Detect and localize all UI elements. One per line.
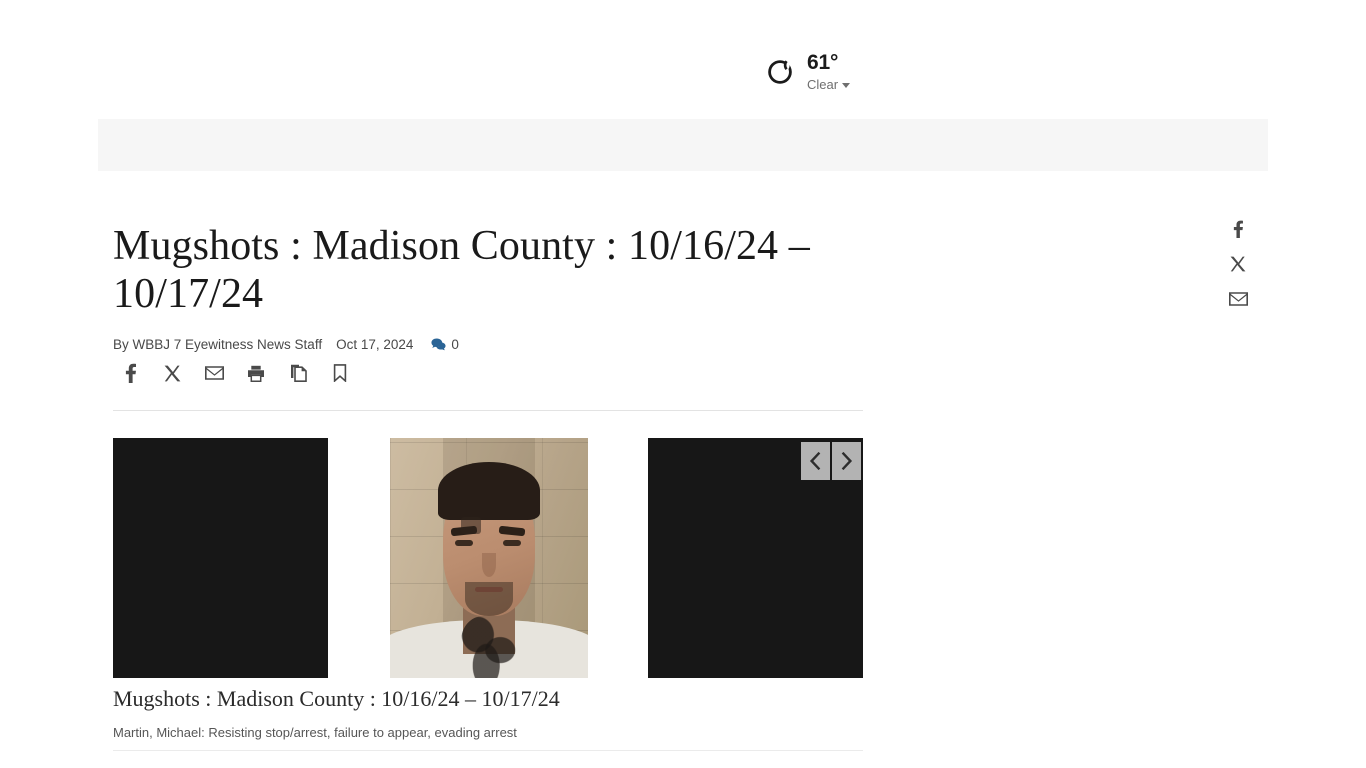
- comment-bubble-icon: [431, 338, 446, 351]
- slide-current[interactable]: [390, 438, 588, 678]
- weather-widget[interactable]: 61° Clear: [765, 51, 851, 92]
- mugshot-nose: [482, 553, 496, 578]
- top-banner-ad-slot: [98, 119, 1268, 171]
- weather-condition-label: Clear: [807, 77, 839, 92]
- email-icon[interactable]: [204, 362, 224, 384]
- mugshot-eye-right: [502, 540, 521, 547]
- chevron-down-icon[interactable]: [842, 83, 851, 88]
- mugshot-face-tattoo: [461, 517, 482, 534]
- comments-link[interactable]: 0: [431, 337, 459, 352]
- copy-icon[interactable]: [288, 362, 308, 384]
- gallery-caption-title: Mugshots : Madison County : 10/16/24 – 1…: [113, 686, 560, 711]
- mugshot-mouth: [475, 586, 503, 593]
- facebook-icon[interactable]: [120, 362, 140, 384]
- byline: By WBBJ 7 Eyewitness News Staff Oct 17, …: [113, 337, 868, 352]
- comment-count: 0: [451, 336, 459, 352]
- print-icon[interactable]: [246, 362, 266, 384]
- weather-readout: 61° Clear: [807, 51, 851, 92]
- share-rail: [1228, 218, 1248, 310]
- photo-gallery[interactable]: [113, 438, 863, 678]
- bookmark-icon[interactable]: [330, 362, 350, 384]
- page-title: Mugshots : Madison County : 10/16/24 – 1…: [113, 223, 810, 318]
- divider-below-gallery: [113, 750, 863, 751]
- x-twitter-icon[interactable]: [162, 362, 182, 384]
- byline-author: By WBBJ 7 Eyewitness News Staff: [113, 336, 323, 352]
- gallery-caption-description: Martin, Michael: Resisting stop/arrest, …: [113, 725, 517, 741]
- email-icon[interactable]: [1228, 288, 1248, 310]
- divider-above-gallery: [113, 410, 863, 411]
- mugshot-image: [390, 438, 588, 678]
- mugshot-neck-tattoo: [461, 615, 517, 678]
- article-header: Mugshots : Madison County : 10/16/24 – 1…: [113, 222, 868, 352]
- byline-date: Oct 17, 2024: [336, 336, 414, 352]
- x-twitter-icon[interactable]: [1228, 253, 1248, 275]
- gallery-navigation: [801, 442, 861, 480]
- gallery-next-button[interactable]: [832, 442, 861, 480]
- crescent-moon-icon: [765, 57, 795, 87]
- facebook-icon[interactable]: [1228, 218, 1248, 240]
- mugshot-eye-left: [455, 540, 474, 547]
- weather-temperature: 61°: [807, 51, 839, 74]
- gallery-prev-button[interactable]: [801, 442, 830, 480]
- article-page: 61° Clear Mugshots : Madison County : 10…: [0, 0, 1366, 768]
- mugshot-hair: [437, 462, 541, 520]
- slide-previous[interactable]: [113, 438, 328, 678]
- weather-condition[interactable]: Clear: [807, 77, 851, 92]
- share-toolbar: [120, 362, 350, 384]
- gallery-caption: Mugshots : Madison County : 10/16/24 – 1…: [113, 686, 863, 742]
